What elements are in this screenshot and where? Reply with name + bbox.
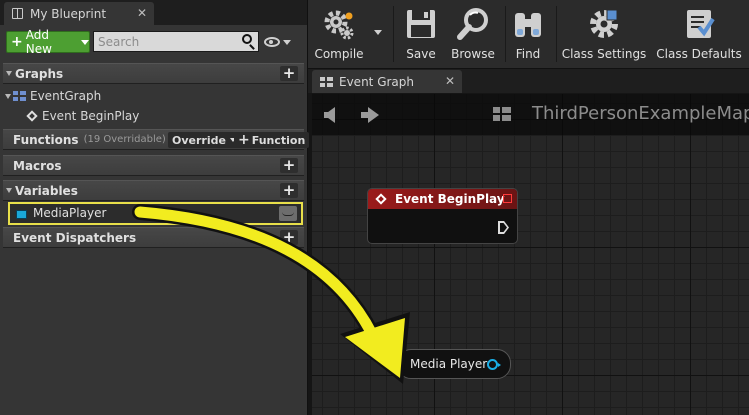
- forward-arrow-icon[interactable]: [361, 107, 379, 123]
- object-reference-type-icon: [16, 210, 27, 219]
- event-diamond-icon: [26, 110, 38, 122]
- compile-options-chevron-icon[interactable]: [374, 30, 382, 35]
- functions-section-header[interactable]: Functions (19 Overridable) Override + Fu…: [3, 129, 310, 150]
- class-defaults-label: Class Defaults: [656, 47, 742, 61]
- add-function-label: Function: [251, 133, 306, 147]
- blueprint-tab-bar: My Blueprint ✕: [0, 0, 307, 25]
- override-dropdown[interactable]: Override: [168, 132, 240, 148]
- eye-icon: [264, 37, 280, 47]
- variables-section-title: Variables: [15, 183, 78, 198]
- visibility-eye-toggle[interactable]: [279, 206, 297, 221]
- graphs-section-title: Graphs: [15, 66, 64, 81]
- plus-icon: +: [238, 132, 250, 148]
- binoculars-icon: [515, 13, 541, 37]
- toolbar-separator: [556, 6, 557, 62]
- my-blueprint-panel: My Blueprint ✕ + Add New Graphs + EventG…: [0, 0, 310, 415]
- browse-button[interactable]: Browse: [448, 3, 498, 64]
- floppy-disk-icon: [407, 10, 435, 38]
- add-event-dispatcher-button[interactable]: +: [280, 230, 298, 245]
- chevron-down-icon: [283, 39, 291, 45]
- functions-section-title: Functions: [13, 132, 79, 147]
- find-label: Find: [515, 47, 541, 61]
- collapse-triangle-icon: [6, 71, 12, 76]
- expand-triangle-icon: [5, 93, 11, 99]
- close-tab-icon[interactable]: ✕: [445, 74, 455, 88]
- add-new-button[interactable]: + Add New: [6, 28, 90, 56]
- toolbar-separator: [505, 6, 506, 62]
- graph-navigation-bar: ThirdPersonExampleMap: [312, 94, 749, 135]
- media-player-getter-node[interactable]: Media Player: [397, 349, 511, 379]
- search-box: [93, 31, 259, 52]
- blueprint-toolbar: Compile Save Browse Find Class Settings …: [308, 0, 749, 69]
- close-tab-icon[interactable]: ✕: [137, 6, 147, 20]
- compile-button[interactable]: Compile: [312, 3, 366, 64]
- breadcrumb: ThirdPersonExampleMap: [493, 103, 749, 124]
- search-icon: [242, 34, 252, 44]
- override-label: Override: [172, 133, 226, 147]
- class-settings-gear-icon: [590, 9, 618, 38]
- graph-icon: [493, 106, 511, 121]
- chevron-down-icon: [81, 39, 89, 45]
- my-blueprint-tab[interactable]: My Blueprint ✕: [4, 2, 154, 25]
- find-button[interactable]: Find: [509, 3, 547, 64]
- node-header: Event BeginPlay: [368, 189, 517, 209]
- class-settings-label: Class Settings: [561, 47, 647, 61]
- magnifying-glass-icon: [457, 8, 488, 40]
- collapse-triangle-icon: [6, 188, 12, 193]
- plus-icon: +: [11, 34, 23, 50]
- add-new-label: Add New: [25, 28, 52, 56]
- variable-label: MediaPlayer: [33, 206, 107, 220]
- graph-icon: [13, 91, 26, 101]
- macros-section-header[interactable]: Macros +: [3, 155, 304, 176]
- breadcrumb-map-name: ThirdPersonExampleMap: [532, 103, 749, 124]
- view-options-button[interactable]: [264, 33, 296, 51]
- class-settings-button[interactable]: Class Settings: [561, 3, 647, 64]
- graphs-section-header[interactable]: Graphs +: [3, 63, 304, 84]
- graph-tab-bar: Event Graph ✕: [308, 69, 749, 93]
- event-dispatchers-section-title: Event Dispatchers: [13, 230, 137, 245]
- event-diamond-icon: [375, 193, 387, 205]
- tree-item-label: Event BeginPlay: [42, 109, 140, 123]
- tree-item-label: EventGraph: [30, 89, 102, 103]
- exec-output-pin-icon[interactable]: [498, 221, 509, 234]
- variables-section-header[interactable]: Variables +: [3, 180, 304, 201]
- overridable-count: (19 Overridable): [83, 134, 166, 145]
- compile-label: Compile: [314, 47, 364, 61]
- clipboard-check-icon: [687, 10, 715, 38]
- object-output-pin-icon[interactable]: [487, 359, 501, 370]
- save-button[interactable]: Save: [400, 3, 442, 64]
- event-graph-tab[interactable]: Event Graph ✕: [312, 70, 462, 93]
- back-arrow-icon[interactable]: [324, 107, 335, 123]
- class-defaults-button[interactable]: Class Defaults: [655, 3, 743, 64]
- tree-item-event-beginplay[interactable]: Event BeginPlay: [26, 109, 140, 123]
- node-title: Event BeginPlay: [395, 192, 505, 206]
- delegate-pin-icon[interactable]: [503, 194, 512, 203]
- graph-canvas[interactable]: ThirdPersonExampleMap Event BeginPlay Me…: [312, 94, 749, 415]
- compile-gear-icon: [324, 10, 354, 40]
- variable-item-mediaplayer[interactable]: MediaPlayer: [8, 202, 303, 225]
- browse-label: Browse: [451, 47, 495, 61]
- add-macro-button[interactable]: +: [280, 158, 298, 173]
- tree-item-eventgraph[interactable]: EventGraph: [5, 89, 101, 103]
- graph-icon: [320, 76, 333, 87]
- toolbar-separator: [393, 6, 394, 62]
- my-blueprint-tab-label: My Blueprint: [30, 6, 107, 21]
- add-function-button[interactable]: + Function: [234, 132, 310, 148]
- macros-section-title: Macros: [13, 158, 62, 173]
- event-dispatchers-section-header[interactable]: Event Dispatchers +: [3, 227, 304, 248]
- event-graph-tab-label: Event Graph: [339, 74, 414, 89]
- save-label: Save: [406, 47, 436, 61]
- add-graph-button[interactable]: +: [280, 66, 298, 81]
- event-beginplay-node[interactable]: Event BeginPlay: [367, 188, 518, 244]
- blueprint-book-icon: [12, 8, 23, 19]
- add-variable-button[interactable]: +: [280, 183, 298, 198]
- search-input[interactable]: [94, 32, 242, 51]
- node-label: Media Player: [410, 357, 488, 371]
